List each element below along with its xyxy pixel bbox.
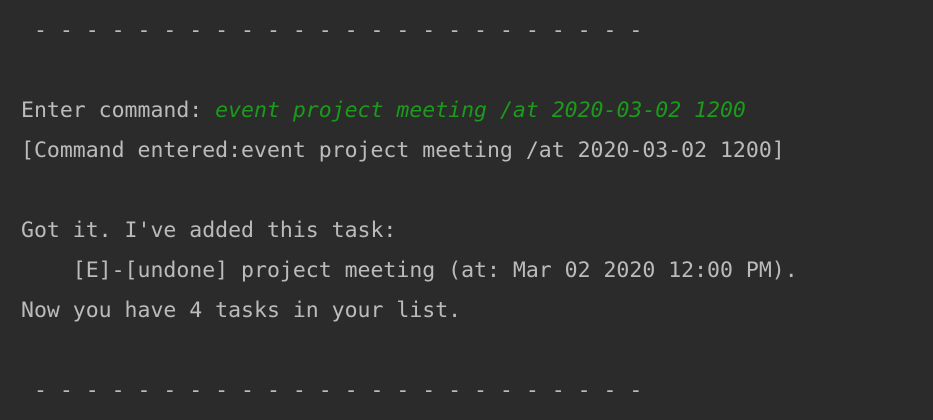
task-count-message: Now you have 4 tasks in your list. <box>21 298 462 323</box>
user-input-text[interactable]: event project meeting /at 2020-03-02 120… <box>215 98 746 123</box>
task-added-message: Got it. I've added this task: <box>21 218 397 243</box>
command-prompt-line: Enter command: event project meeting /at… <box>21 91 746 131</box>
console-output: - - - - - - - - - - - - - - - - - - - - … <box>0 0 933 420</box>
separator-line-top: - - - - - - - - - - - - - - - - - - - - … <box>21 18 643 43</box>
command-echo-line: [Command entered:event project meeting /… <box>21 138 785 163</box>
task-entry-line: [E]-[undone] project meeting (at: Mar 02… <box>21 258 798 283</box>
separator-line-bottom: - - - - - - - - - - - - - - - - - - - - … <box>21 378 643 403</box>
prompt-label: Enter command: <box>21 98 216 123</box>
